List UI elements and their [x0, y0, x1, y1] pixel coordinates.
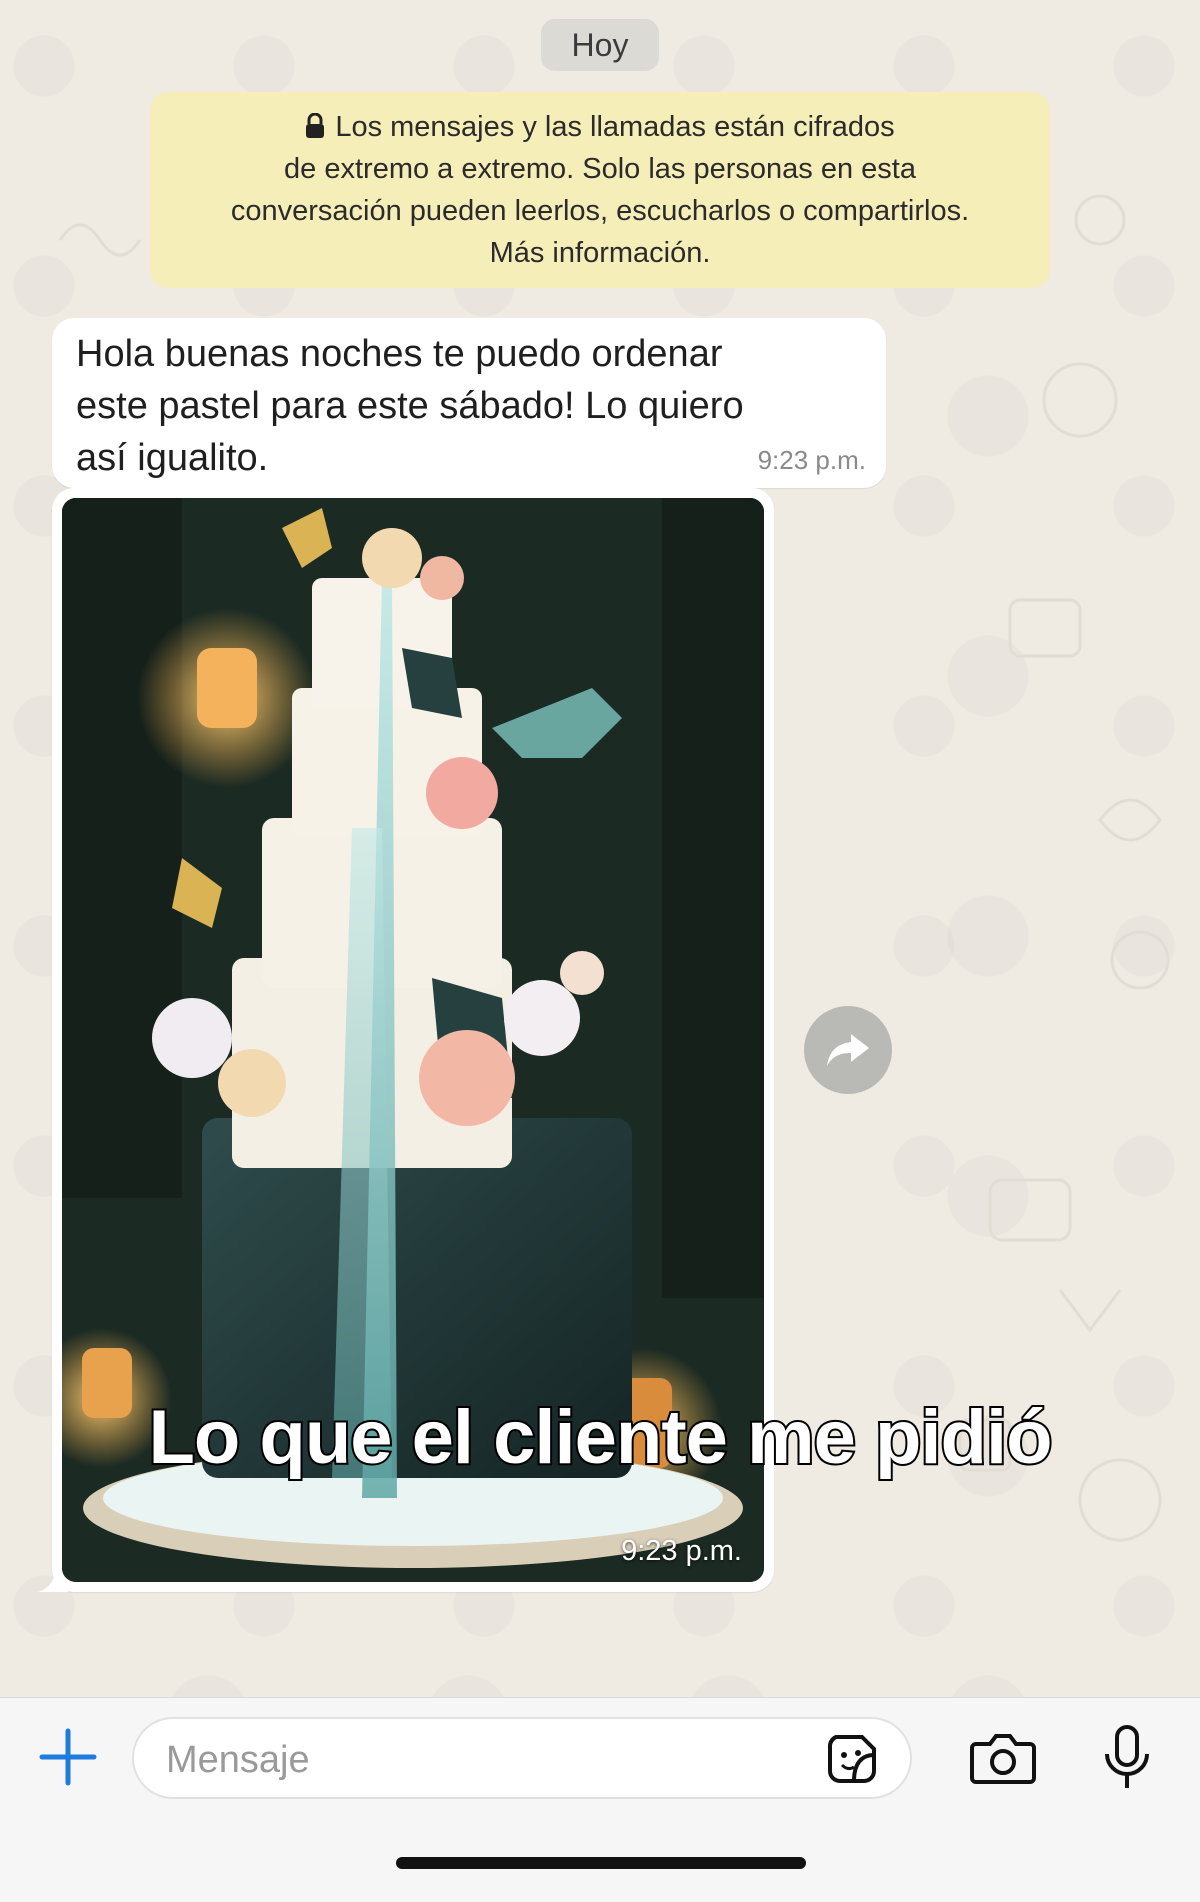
sticker-icon	[828, 1735, 876, 1783]
encryption-notice[interactable]: Los mensajes y las llamadas están cifrad…	[150, 92, 1050, 288]
incoming-text-message[interactable]: Hola buenas noches te puedo ordenar este…	[52, 318, 886, 488]
plus-icon	[39, 1728, 97, 1786]
microphone-icon	[1105, 1725, 1149, 1788]
camera-icon	[970, 1734, 1036, 1784]
encryption-notice-text: Los mensajes y las llamadas están cifrad…	[231, 106, 969, 274]
message-input[interactable]: Mensaje	[132, 1717, 912, 1799]
date-separator: Hoy	[541, 19, 659, 71]
image-timestamp: 9:23 p.m.	[621, 1535, 742, 1567]
message-line-1: Hola buenas noches te puedo ordenar	[76, 333, 723, 375]
sticker-button[interactable]	[826, 1733, 878, 1785]
encryption-notice-line-1: Los mensajes y las llamadas están cifrad…	[335, 111, 895, 143]
microphone-button[interactable]	[1102, 1724, 1152, 1792]
forward-button[interactable]	[804, 1006, 892, 1094]
home-indicator[interactable]	[396, 1857, 806, 1869]
encryption-notice-line-3: conversación pueden leerlos, escucharlos…	[230, 195, 970, 227]
message-line-2: este pastel para este sábado! Lo quiero	[76, 385, 744, 427]
attach-button[interactable]	[38, 1727, 98, 1787]
message-input-placeholder: Mensaje	[166, 1739, 310, 1781]
forward-icon	[827, 1034, 869, 1066]
message-line-3: así igualito.	[76, 437, 269, 479]
message-timestamp: 9:23 p.m.	[757, 445, 866, 475]
encryption-notice-line-2: de extremo a extremo. Solo las personas …	[284, 153, 916, 185]
lock-icon	[305, 109, 325, 138]
message-text: Hola buenas noches te puedo ordenar este…	[76, 328, 856, 484]
video-overlay-caption: Lo que el cliente me pidió	[146, 1393, 1054, 1482]
camera-button[interactable]	[970, 1730, 1036, 1786]
more-info-link[interactable]: Más información.	[490, 237, 711, 269]
